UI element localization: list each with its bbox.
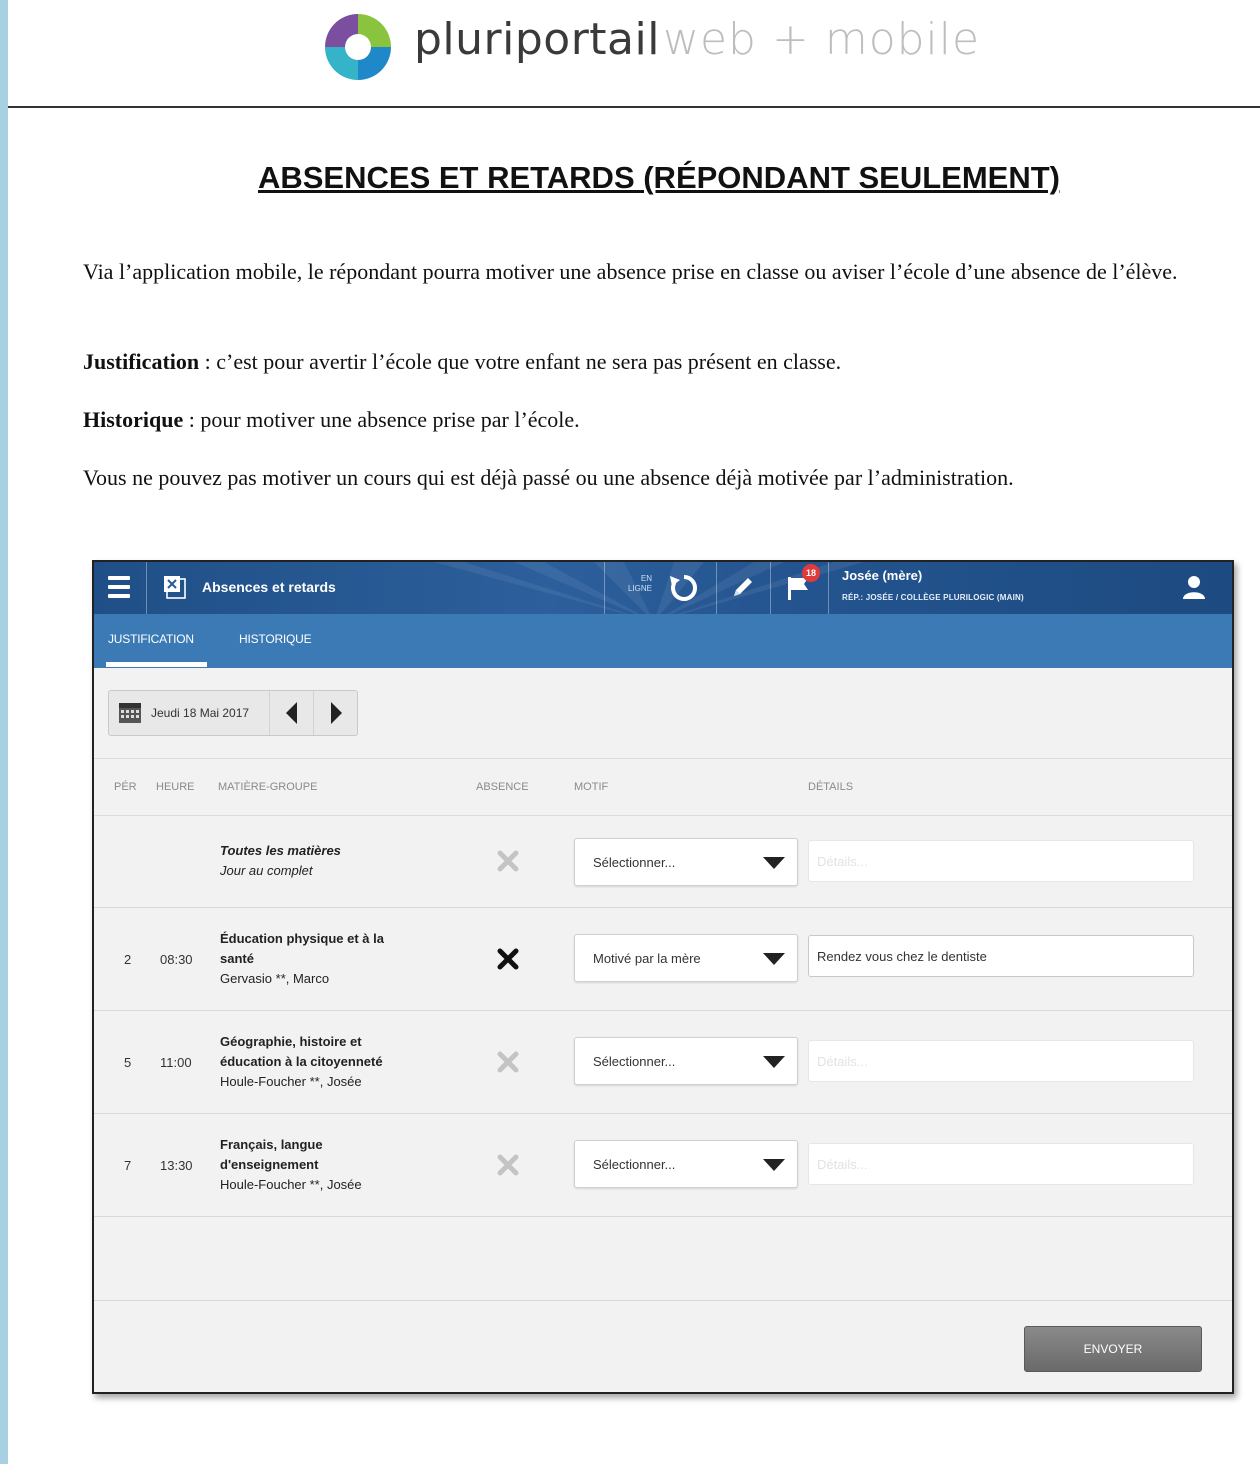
user-profile-icon[interactable]: [1181, 574, 1207, 600]
period-cell: 7: [124, 1158, 132, 1173]
subject-cell: Toutes les matières Jour au complet: [220, 841, 341, 881]
topbar-rays-decoration: [434, 562, 864, 614]
column-header-motif: MOTIF: [574, 781, 609, 793]
table-row: Toutes les matières Jour au complet Séle…: [94, 815, 1232, 908]
hamburger-menu-icon[interactable]: [108, 576, 130, 598]
table-header: PÉR HEURE MATIÈRE-GROUPE ABSENCE MOTIF D…: [94, 758, 1232, 816]
app-screenshot: Absences et retards EN LIGNE 18 Josée (mè…: [92, 560, 1234, 1394]
historique-text: : pour motiver une absence prise par l’é…: [183, 407, 580, 432]
justification-term: Justification: [83, 349, 200, 374]
absence-toggle-icon[interactable]: [496, 849, 520, 873]
subject-name-line2: d'enseignement: [220, 1157, 319, 1172]
app-topbar: Absences et retards EN LIGNE 18 Josée (mè…: [94, 562, 1232, 614]
subject-cell: Français, langue d'enseignement Houle-Fo…: [220, 1135, 362, 1195]
subject-cell: Éducation physique et à la santé Gervasi…: [220, 929, 384, 989]
notification-badge: 18: [802, 564, 820, 582]
subject-teacher: Houle-Foucher **, Josée: [220, 1177, 362, 1192]
tab-justification[interactable]: JUSTIFICATION: [108, 632, 194, 646]
tab-bar: JUSTIFICATION HISTORIQUE: [94, 614, 1232, 668]
time-cell: 11:00: [160, 1055, 192, 1070]
details-input[interactable]: [808, 1143, 1194, 1185]
table-row: 7 13:30 Français, langue d'enseignement …: [94, 1113, 1232, 1217]
absence-toggle-icon[interactable]: [496, 1050, 520, 1074]
historique-paragraph: Historique : pour motiver une absence pr…: [83, 404, 1233, 436]
details-input[interactable]: [808, 1040, 1194, 1082]
brand-tagline: web + mobile: [663, 14, 981, 65]
subject-name-line2: éducation à la citoyenneté: [220, 1054, 383, 1069]
footer-divider: [94, 1300, 1232, 1301]
online-status-line1: EN: [640, 574, 652, 583]
time-cell: 08:30: [160, 952, 193, 967]
chevron-down-icon: [763, 857, 785, 869]
note-paragraph: Vous ne pouvez pas motiver un cours qui …: [83, 465, 1014, 490]
motif-select[interactable]: Sélectionner...: [574, 1140, 798, 1188]
online-status: EN LIGNE: [620, 574, 652, 594]
online-status-line2: LIGNE: [627, 584, 652, 593]
subject-teacher: Gervasio **, Marco: [220, 971, 330, 986]
motif-select[interactable]: Sélectionner...: [574, 838, 798, 886]
subject-name-line1: Français, langue: [220, 1137, 323, 1152]
subject-name-line1: Éducation physique et à la: [220, 931, 384, 946]
next-day-button[interactable]: [313, 691, 358, 735]
period-cell: 5: [124, 1055, 132, 1070]
brand-header: pluriportail web + mobile: [8, 0, 1260, 108]
period-cell: 2: [124, 952, 132, 967]
column-header-per: PÉR: [114, 781, 137, 793]
chevron-down-icon: [763, 1159, 785, 1171]
pluriportail-logo-icon: [324, 13, 392, 81]
subject-teacher: Houle-Foucher **, Josée: [220, 1074, 362, 1089]
table-row: 5 11:00 Géographie, histoire et éducatio…: [94, 1010, 1232, 1114]
subject-name-line2: santé: [220, 951, 254, 966]
justification-paragraph: Justification : c’est pour avertir l’éco…: [83, 346, 1233, 378]
absence-toggle-icon[interactable]: [496, 1153, 520, 1177]
user-name: Josée (mère): [842, 568, 923, 583]
previous-day-button[interactable]: [269, 691, 314, 735]
historique-term: Historique: [83, 407, 184, 432]
motif-select[interactable]: Motivé par la mère: [574, 934, 798, 982]
motif-value: Sélectionner...: [593, 1157, 676, 1172]
document-page: pluriportail web + mobile ABSENCES ET RE…: [8, 0, 1260, 1464]
document-title: ABSENCES ET RETARDS (RÉPONDANT SEULEMENT…: [257, 160, 1061, 195]
motif-value: Sélectionner...: [593, 1054, 676, 1069]
active-tab-indicator: [106, 662, 207, 667]
date-picker: Jeudi 18 Mai 2017: [108, 690, 358, 736]
motif-value: Sélectionner...: [593, 855, 676, 870]
brand-name: pluriportail: [414, 14, 660, 65]
details-input[interactable]: [808, 935, 1194, 977]
column-header-details: DÉTAILS: [808, 781, 854, 793]
chevron-left-icon: [286, 702, 297, 724]
details-input[interactable]: [808, 840, 1194, 882]
send-button[interactable]: ENVOYER: [1024, 1326, 1202, 1372]
subject-detail: Jour au complet: [220, 863, 313, 878]
time-cell: 13:30: [160, 1158, 193, 1173]
subject-name-line1: Géographie, histoire et: [220, 1034, 362, 1049]
justification-text: : c’est pour avertir l’école que votre e…: [199, 349, 842, 374]
column-header-matiere: MATIÈRE-GROUPE: [218, 781, 318, 793]
intro-paragraph: Via l’application mobile, le répondant p…: [83, 259, 1178, 284]
table-row: 2 08:30 Éducation physique et à la santé…: [94, 907, 1232, 1011]
absence-toggle-icon[interactable]: [496, 947, 520, 971]
motif-value: Motivé par la mère: [593, 951, 701, 966]
column-header-heure: HEURE: [156, 781, 195, 793]
column-header-absence: ABSENCE: [476, 781, 529, 793]
current-date: Jeudi 18 Mai 2017: [151, 706, 250, 720]
chevron-right-icon: [331, 702, 342, 724]
sync-icon[interactable]: [668, 572, 700, 604]
document-x-icon: [164, 576, 186, 599]
tab-historique[interactable]: HISTORIQUE: [239, 632, 312, 646]
motif-select[interactable]: Sélectionner...: [574, 1037, 798, 1085]
subject-cell: Géographie, histoire et éducation à la c…: [220, 1032, 383, 1092]
user-subtitle: RÉP.: JOSÉE / COLLÈGE PLURILOGIC (MAIN): [842, 593, 1024, 602]
chevron-down-icon: [763, 1056, 785, 1068]
subject-name: Toutes les matières: [220, 843, 341, 858]
chevron-down-icon: [763, 953, 785, 965]
calendar-icon[interactable]: [119, 703, 141, 723]
app-title: Absences et retards: [202, 579, 336, 595]
pencil-icon[interactable]: [728, 574, 756, 602]
